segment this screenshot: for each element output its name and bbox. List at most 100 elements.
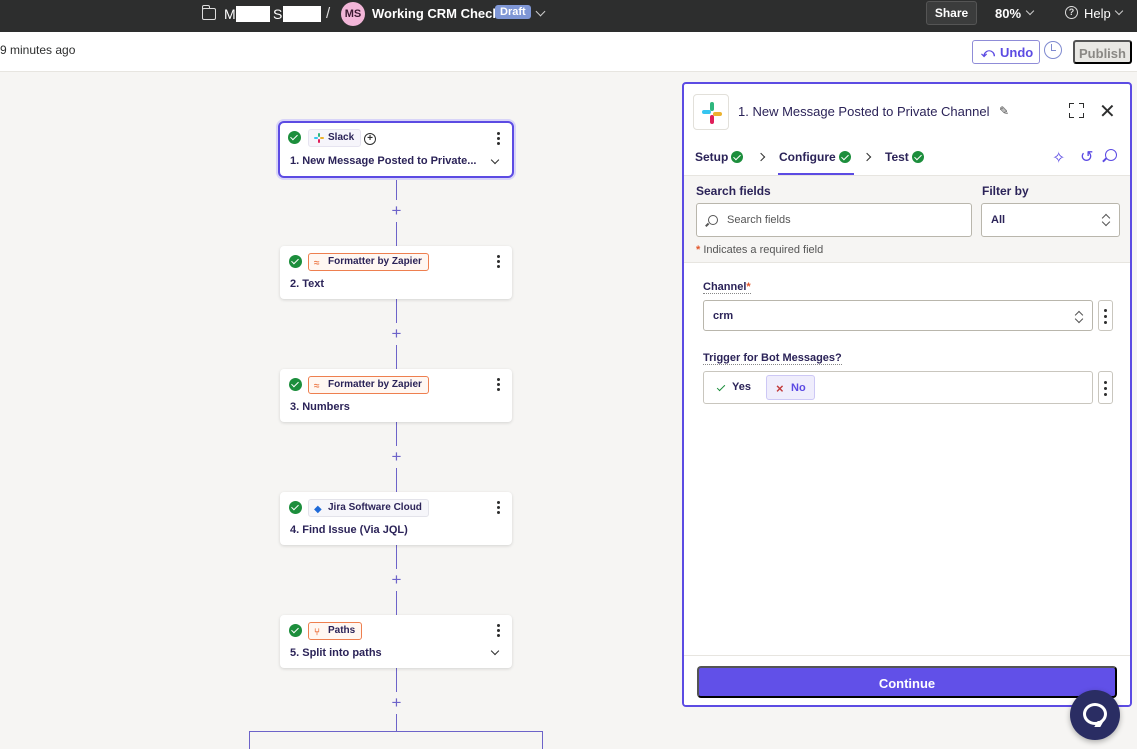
chevron-down-icon[interactable] [535,6,546,17]
add-step-icon[interactable]: + [389,325,404,342]
add-step-icon[interactable]: + [389,571,404,588]
field-menu-icon[interactable] [1098,371,1113,404]
slack-logo-icon [314,133,324,143]
add-step-icon[interactable]: + [389,694,404,711]
chevron-down-icon[interactable] [490,646,500,656]
field-menu-icon[interactable] [1098,300,1113,331]
required-marker: * [696,244,701,256]
formatter-icon: ≈ [314,258,320,269]
required-marker: * [746,281,751,293]
edit-icon[interactable]: ✎ [999,104,1009,118]
select-arrows-icon [1102,214,1110,226]
version-history-icon[interactable] [1044,41,1062,59]
step-title: 3. Numbers [290,401,350,413]
chevron-down-icon[interactable] [490,155,500,165]
filter-value: All [991,214,1006,226]
app-badge: ◆ Jira Software Cloud [308,499,429,517]
zoom-level[interactable]: 80% [995,6,1021,21]
step-title: 2. Text [290,278,325,290]
connector-line [396,422,397,446]
connector-line [396,545,397,569]
slack-logo [702,102,722,124]
step-card-1[interactable]: Slack + 1. New Message Posted to Private… [278,121,514,178]
undo-icon: ⤺ [981,45,995,60]
status-badge: Draft [495,5,531,19]
connector-line [396,714,397,731]
breadcrumb-folder[interactable]: M [224,6,236,22]
required-note-text: Indicates a required field [703,244,824,256]
step-menu-icon[interactable] [497,255,500,270]
expand-icon[interactable] [1069,103,1084,118]
publish-button[interactable]: Publish [1073,40,1132,64]
tab-setup[interactable]: Setup [695,150,744,164]
chevron-right-icon [862,152,872,162]
zap-title[interactable]: Working CRM Check [372,6,500,21]
ai-sparkle-icon[interactable]: ✧ [1052,148,1065,168]
continue-button[interactable]: Continue [697,666,1117,698]
search-fields-label: Search fields [696,184,771,198]
redacted-text [283,6,321,22]
step-title: 5. Split into paths [290,647,382,659]
folder-icon[interactable] [201,5,216,20]
share-button[interactable]: Share [926,1,977,25]
select-arrows-icon [1075,311,1083,323]
filter-by-select[interactable]: All [981,203,1120,237]
channel-label-text: Channel [703,281,747,293]
breadcrumb-separator: / [326,5,331,22]
help-icon[interactable]: ? [1065,6,1078,19]
top-bar: M S / MS Working CRM Check Draft Share 8… [0,0,1137,32]
avatar[interactable]: MS [341,2,365,26]
search-fields-input[interactable]: Search fields [696,203,972,237]
tab-configure[interactable]: Configure [779,150,851,164]
step-menu-icon[interactable] [497,624,500,639]
step-title: 1. New Message Posted to Private... [290,155,477,167]
success-check-icon [838,151,851,163]
app-badge: Slack [308,129,362,147]
slack-logo-icon [693,94,729,130]
editor-toolbar: 9 minutes ago ⤺ Undo Publish [0,32,1137,72]
chevron-down-icon[interactable] [1114,6,1124,16]
tab-test[interactable]: Test [885,150,924,164]
step-menu-icon[interactable] [497,378,500,393]
chevron-down-icon[interactable] [1025,6,1035,16]
app-badge: ≈ Formatter by Zapier [308,376,429,394]
option-yes[interactable]: Yes [708,375,760,400]
step-card-5[interactable]: ⑂ Paths 5. Split into paths [280,615,512,668]
app-name: Paths [328,625,356,636]
step-card-3[interactable]: ≈ Formatter by Zapier 3. Numbers [280,369,512,422]
option-no[interactable]: × No [766,375,815,400]
active-tab-indicator [778,173,854,175]
app-name: Formatter by Zapier [328,256,422,267]
success-check-icon [289,378,302,391]
option-no-label: No [791,382,806,394]
channel-select[interactable]: crm [703,300,1093,331]
step-card-4[interactable]: ◆ Jira Software Cloud 4. Find Issue (Via… [280,492,512,545]
step-card-2[interactable]: ≈ Formatter by Zapier 2. Text [280,246,512,299]
chat-support-button[interactable] [1070,690,1120,740]
refresh-icon[interactable]: ↺ [1080,147,1093,167]
search-icon[interactable] [1105,149,1117,161]
panel-tabs: Setup Configure Test ✧ ↺ [684,140,1130,176]
tab-label: Setup [695,150,729,164]
connector-line [396,178,397,200]
formatter-icon: ≈ [314,381,320,392]
tab-label: Configure [779,150,836,164]
add-app-icon[interactable]: + [364,133,376,145]
step-editor-panel: 1. New Message Posted to Private Channel… [682,82,1132,707]
undo-button[interactable]: ⤺ Undo [972,40,1040,64]
step-menu-icon[interactable] [497,132,500,147]
tab-label: Test [885,150,909,164]
close-icon[interactable]: ✕ [1099,99,1116,124]
help-menu[interactable]: Help [1084,6,1111,21]
add-step-icon[interactable]: + [389,202,404,219]
add-step-icon[interactable]: + [389,448,404,465]
field-filter-area: Search fields Filter by Search fields Al… [684,176,1130,263]
app-name: Slack [328,132,355,143]
close-icon: × [776,381,784,396]
panel-title[interactable]: 1. New Message Posted to Private Channel [738,104,989,119]
success-check-icon [911,151,924,163]
step-menu-icon[interactable] [497,501,500,516]
connector-line [396,345,397,369]
paths-branch-line [249,731,543,749]
channel-value: crm [713,310,734,322]
